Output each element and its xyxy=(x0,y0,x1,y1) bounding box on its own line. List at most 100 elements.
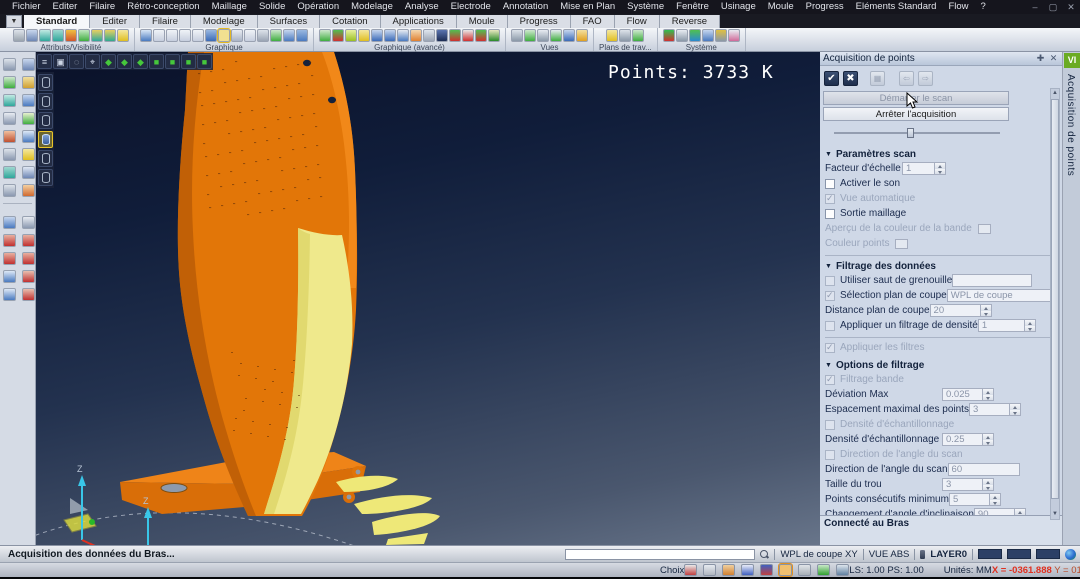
hidden-line-icon[interactable] xyxy=(166,29,178,42)
axis-tool-10-icon[interactable] xyxy=(22,288,35,301)
menu-modelage[interactable]: Modelage xyxy=(345,0,399,14)
grid-window-icon[interactable] xyxy=(836,564,849,576)
iso-view2-icon[interactable]: ◆ xyxy=(117,54,132,69)
checkbox-sortie-maillage[interactable] xyxy=(825,209,835,219)
pan-hand-icon[interactable] xyxy=(703,564,716,576)
left-tool-4-icon[interactable] xyxy=(22,76,35,89)
tab-editer[interactable]: Editer xyxy=(90,15,140,28)
command-input[interactable] xyxy=(565,549,755,560)
spin-down-icon[interactable] xyxy=(983,395,993,401)
menu-fen-tre[interactable]: Fenêtre xyxy=(670,0,715,14)
left-tool-12-icon[interactable] xyxy=(22,148,35,161)
spin-down-icon[interactable] xyxy=(983,485,993,491)
search-icon[interactable] xyxy=(760,550,769,559)
tab-flow[interactable]: Flow xyxy=(615,15,660,28)
show-entity-icon[interactable] xyxy=(39,29,51,42)
checkbox-s-lection-plan-de-coupe[interactable] xyxy=(825,291,835,301)
menu-maillage[interactable]: Maillage xyxy=(206,0,253,14)
globe-icon[interactable] xyxy=(1065,549,1076,560)
left-tool-3-icon[interactable] xyxy=(3,76,16,89)
shaded-active-mode-icon[interactable] xyxy=(38,131,53,148)
checkbox-direction-de-l-angle-du-scan[interactable] xyxy=(825,450,835,460)
view-rotate-icon[interactable] xyxy=(511,29,523,42)
menu-electrode[interactable]: Electrode xyxy=(445,0,497,14)
traffic-light-icon[interactable] xyxy=(332,29,344,42)
left-tool-8-icon[interactable] xyxy=(22,112,35,125)
leaf-icon[interactable] xyxy=(345,29,357,42)
user-icon[interactable] xyxy=(722,564,735,576)
cyl-blue2-icon[interactable] xyxy=(384,29,396,42)
copy-view-icon[interactable] xyxy=(283,29,295,42)
section-header-options-de-filtrage[interactable]: ▼Options de filtrage xyxy=(825,359,1050,372)
axis-tool-1-icon[interactable] xyxy=(3,216,16,229)
spin-down-icon[interactable] xyxy=(935,169,945,175)
blank-icon[interactable] xyxy=(117,29,129,42)
analysis-mode-icon[interactable] xyxy=(38,169,53,186)
checkbox-activer-le-son[interactable] xyxy=(825,179,835,189)
menu-moule[interactable]: Moule xyxy=(762,0,800,14)
entity-color-icon[interactable] xyxy=(65,29,77,42)
tab-modelage[interactable]: Modelage xyxy=(191,15,258,28)
section-view-icon[interactable] xyxy=(244,29,256,42)
quick-button-2[interactable] xyxy=(1007,549,1031,559)
globe-icon[interactable] xyxy=(689,29,701,42)
sphere-striped-icon[interactable] xyxy=(488,29,500,42)
regen-solid-icon[interactable] xyxy=(270,29,282,42)
cone-icon[interactable] xyxy=(436,29,448,42)
menu-syst-me[interactable]: Système xyxy=(621,0,670,14)
pin-icon[interactable]: ✚ xyxy=(1035,53,1046,64)
menu-usinage[interactable]: Usinage xyxy=(715,0,762,14)
hide-entity-icon[interactable] xyxy=(52,29,64,42)
spin-down-icon[interactable] xyxy=(983,440,993,446)
menu-analyse[interactable]: Analyse xyxy=(399,0,445,14)
shaded-icon[interactable] xyxy=(179,29,191,42)
eraser-icon[interactable] xyxy=(728,29,740,42)
checkbox-densit-d-chantillonnage[interactable] xyxy=(825,420,835,430)
scroll-thumb[interactable] xyxy=(1051,99,1059,499)
export-points-icon[interactable]: ⇨ xyxy=(918,71,933,86)
menu-el-ments-standard[interactable]: Eléments Standard xyxy=(850,0,943,14)
user-arrow-icon[interactable] xyxy=(760,564,773,576)
cube-solid-icon[interactable]: ■ xyxy=(197,54,212,69)
color-swatch[interactable] xyxy=(895,239,908,249)
tab-reverse[interactable]: Reverse xyxy=(660,15,720,28)
panel-side-tab[interactable]: Acquisition de points xyxy=(1065,74,1076,176)
refresh-green-icon[interactable] xyxy=(817,564,830,576)
menu--[interactable]: ? xyxy=(975,0,992,14)
scroll-up-icon[interactable]: ▲ xyxy=(1051,89,1059,98)
axis-tool-6-icon[interactable] xyxy=(22,252,35,265)
color-swatch[interactable] xyxy=(978,224,991,234)
transparency-icon[interactable] xyxy=(231,29,243,42)
spinner-changement-d-angle-d-inclinaison[interactable]: 90 xyxy=(974,508,1026,515)
regen-icon[interactable] xyxy=(140,29,152,42)
show-all-icon[interactable] xyxy=(78,29,90,42)
axis-tool-2-icon[interactable] xyxy=(22,216,35,229)
quick-button-1[interactable] xyxy=(978,549,1002,559)
spinner-densit-d-chantillonnage[interactable]: 0.25 xyxy=(942,433,994,446)
scroll-down-icon[interactable]: ▼ xyxy=(1051,510,1059,519)
iso-view3-icon[interactable]: ◆ xyxy=(133,54,148,69)
plugins-icon[interactable] xyxy=(715,29,727,42)
screen-icon[interactable] xyxy=(296,29,308,42)
axis-tool-4-icon[interactable] xyxy=(22,234,35,247)
spinner-taille-du-trou[interactable]: 3 xyxy=(942,478,994,491)
transparent-mode-icon[interactable] xyxy=(38,150,53,167)
menu-flow[interactable]: Flow xyxy=(942,0,974,14)
help-icon[interactable] xyxy=(741,564,754,576)
axis-tool-3-icon[interactable] xyxy=(3,234,16,247)
shade-mode-icon[interactable] xyxy=(38,112,53,129)
spin-down-icon[interactable] xyxy=(990,500,1000,506)
menu-editer[interactable]: Editer xyxy=(47,0,84,14)
spin-down-icon[interactable] xyxy=(1010,410,1020,416)
frame-icon[interactable]: ▣ xyxy=(53,54,68,69)
left-tool-5-icon[interactable] xyxy=(3,94,16,107)
spinner-espacement-maximal-des-points[interactable]: 3 xyxy=(969,403,1021,416)
view-menu-icon[interactable]: ≡ xyxy=(37,54,52,69)
ribbon-dropdown-button[interactable]: ▼ xyxy=(6,15,22,28)
left-tool-16-icon[interactable] xyxy=(22,184,35,197)
pie-icon[interactable] xyxy=(462,29,474,42)
filter-active-icon[interactable] xyxy=(779,564,792,576)
spin-down-icon[interactable] xyxy=(1025,326,1035,332)
tab-surfaces[interactable]: Surfaces xyxy=(258,15,321,28)
display-filter-icon[interactable] xyxy=(26,29,38,42)
